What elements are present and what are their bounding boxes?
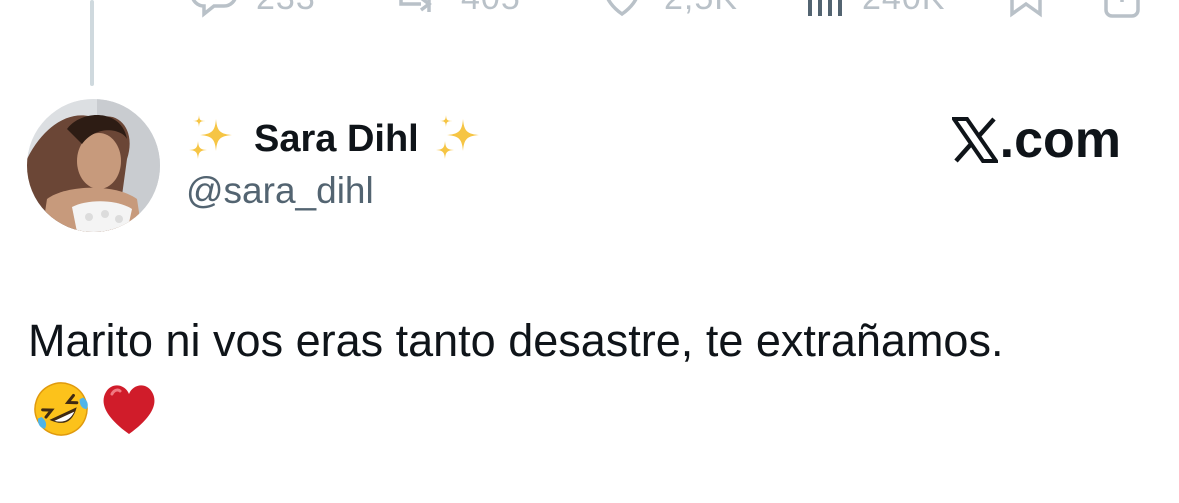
- brand-label: .com: [999, 111, 1121, 169]
- views-icon: [804, 0, 844, 18]
- reply-count: 233: [256, 0, 316, 18]
- reply-icon: [190, 0, 238, 18]
- views-button[interactable]: 240K: [804, 0, 945, 18]
- author-display-name[interactable]: Sara Dihl: [254, 118, 419, 161]
- like-button[interactable]: 2,5K: [598, 0, 738, 18]
- avatar-photo: [27, 99, 160, 232]
- heart-icon: [598, 0, 646, 18]
- x-brand-watermark: .com: [951, 110, 1121, 170]
- repost-icon: [395, 0, 443, 18]
- views-count: 240K: [862, 0, 945, 18]
- author-handle[interactable]: @sara_dihl: [186, 170, 374, 212]
- bookmark-icon: [1004, 0, 1048, 18]
- tweet-text: Marito ni vos eras tanto desastre, te ex…: [28, 315, 1004, 366]
- tweet-action-bar: 233 405 2,5K 240K: [0, 0, 1179, 18]
- x-logo-icon: [951, 117, 998, 163]
- author-name-row[interactable]: Sara Dihl: [186, 114, 485, 164]
- rolling-on-floor-laughing-emoji: [30, 378, 98, 440]
- tweet-emoji-row: [30, 378, 166, 440]
- bookmark-button[interactable]: [1004, 0, 1048, 18]
- sparkles-icon: [433, 113, 485, 165]
- reply-button[interactable]: 233: [190, 0, 316, 18]
- repost-button[interactable]: 405: [395, 0, 521, 18]
- share-button[interactable]: [1100, 0, 1144, 18]
- author-avatar[interactable]: [27, 99, 160, 232]
- sparkles-icon: [186, 113, 238, 165]
- share-icon: [1100, 0, 1144, 18]
- like-count: 2,5K: [664, 0, 738, 18]
- thread-connector-line: [90, 0, 94, 86]
- repost-count: 405: [461, 0, 521, 18]
- red-heart-emoji: [98, 378, 166, 440]
